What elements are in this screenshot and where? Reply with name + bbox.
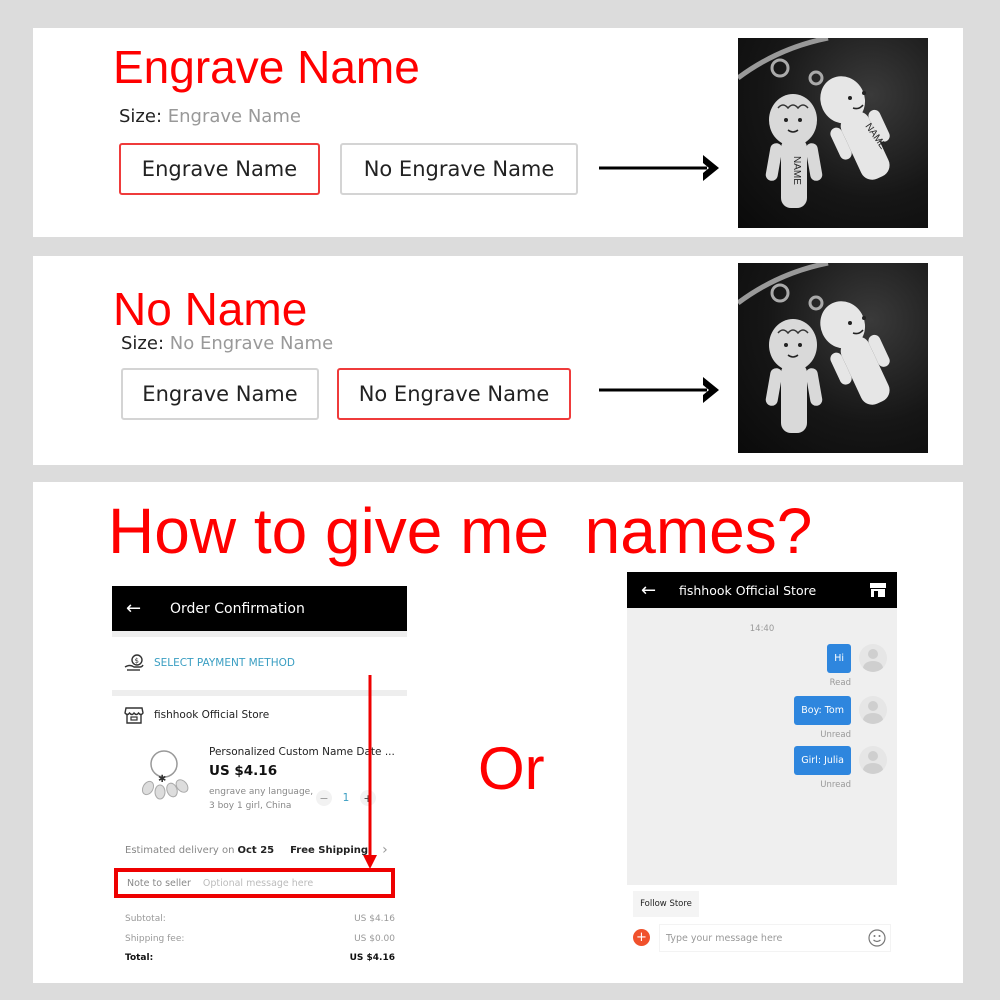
panel-title: No Name [113, 283, 308, 335]
keychain-engraved-photo: NAME NAME [738, 38, 928, 228]
or-separator: Or [478, 735, 545, 802]
message-status: Unread [820, 730, 851, 740]
order-header-title: Order Confirmation [170, 600, 305, 617]
store-chat-screen: ← fishhook Official Store 14:40 Hi Read … [627, 572, 897, 957]
summary-total-row: Total: US $4.16 [125, 953, 395, 963]
size-row: Size: No Engrave Name [121, 333, 333, 354]
divider [112, 631, 407, 637]
summary-shipping-row: Shipping fee: US $0.00 [125, 934, 395, 944]
chat-message: Girl: Julia Unread [794, 746, 887, 790]
option-engrave-name[interactable]: Engrave Name [121, 368, 319, 420]
message-bubble: Hi [827, 644, 851, 673]
emoji-icon[interactable] [868, 929, 886, 947]
product-variant-line: 3 boy 1 girl, China [209, 801, 292, 811]
how-to-panel: How to give me names? ← Order Confirmati… [33, 482, 963, 983]
product-thumbnail: ✱ [141, 750, 189, 800]
store-name[interactable]: fishhook Official Store [154, 709, 269, 721]
quantity-value[interactable]: 1 [332, 792, 360, 804]
option-engrave-name[interactable]: Engrave Name [119, 143, 320, 195]
avatar [859, 746, 887, 774]
summary-value: US $4.16 [354, 914, 395, 924]
store-icon[interactable] [869, 582, 887, 598]
keychain-illustration [738, 263, 890, 433]
product-price: US $4.16 [209, 763, 278, 779]
chat-messages: 14:40 Hi Read Boy: Tom Unread Girl: Juli… [627, 608, 897, 885]
panel-title: Engrave Name [113, 41, 420, 93]
option-no-engrave-name[interactable]: No Engrave Name [337, 368, 571, 420]
svg-text:✱: ✱ [158, 774, 166, 785]
chat-message: Hi Read [827, 644, 887, 688]
size-row: Size: Engrave Name [119, 106, 301, 127]
summary-label: Shipping fee: [125, 934, 185, 944]
payment-hand-coin-icon: $ [124, 654, 144, 671]
shipping-method: Free Shipping [290, 844, 369, 856]
chevron-right-icon[interactable]: › [382, 842, 388, 858]
note-to-seller-label: Note to seller [127, 877, 191, 889]
summary-subtotal-row: Subtotal: US $4.16 [125, 914, 395, 924]
arrow-right-icon [599, 377, 719, 403]
chat-header-title: fishhook Official Store [679, 582, 817, 598]
panel-title: How to give me names? [108, 495, 813, 567]
note-to-seller-input[interactable]: Optional message here [203, 878, 313, 889]
keychain-illustration: NAME NAME [738, 38, 890, 208]
arrow-left-icon[interactable]: ← [126, 598, 142, 619]
size-value: No Engrave Name [169, 333, 334, 354]
svg-text:$: $ [135, 657, 139, 665]
no-name-panel: No Name Size: No Engrave Name Engrave Na… [33, 256, 963, 465]
engrave-name-panel: Engrave Name Size: Engrave Name Engrave … [33, 28, 963, 237]
follow-store-button[interactable]: Follow Store [633, 891, 699, 917]
avatar [859, 644, 887, 672]
avatar [859, 696, 887, 724]
product-variant: engrave any language, 3 boy 1 girl, Chin… [209, 785, 313, 813]
delivery-date: Oct 25 [237, 844, 275, 856]
add-attachment-button[interactable]: + [633, 929, 650, 946]
red-arrow-down-icon [363, 675, 377, 869]
message-status: Read [829, 678, 851, 688]
keychain-plain-photo [738, 263, 928, 453]
estimated-delivery-label: Estimated delivery on [125, 844, 235, 856]
note-to-seller-field[interactable]: Note to seller Optional message here [114, 868, 395, 898]
summary-value: US $4.16 [349, 953, 395, 963]
engraved-text-girl: NAME [791, 156, 802, 185]
chat-header: ← fishhook Official Store [627, 572, 897, 608]
arrow-left-icon[interactable]: ← [641, 580, 657, 601]
chat-timestamp: 14:40 [749, 624, 775, 634]
decrease-quantity-button[interactable]: − [316, 790, 332, 806]
summary-value: US $0.00 [354, 934, 395, 944]
arrow-right-icon [599, 155, 719, 181]
summary-label: Total: [125, 953, 154, 963]
select-payment-method-row[interactable]: $ SELECT PAYMENT METHOD [112, 648, 407, 678]
option-no-engrave-name[interactable]: No Engrave Name [340, 143, 578, 195]
message-bubble: Girl: Julia [794, 746, 851, 775]
message-input[interactable]: Type your message here [659, 924, 891, 952]
message-bubble: Boy: Tom [794, 696, 851, 725]
size-value: Engrave Name [167, 106, 301, 127]
summary-label: Subtotal: [125, 914, 166, 924]
select-payment-method-link[interactable]: SELECT PAYMENT METHOD [154, 657, 295, 669]
message-input-placeholder[interactable]: Type your message here [666, 933, 868, 944]
size-label: Size: [119, 106, 163, 127]
message-status: Unread [820, 780, 851, 790]
chat-message: Boy: Tom Unread [794, 696, 887, 740]
product-variant-line: engrave any language, [209, 787, 314, 797]
size-label: Size: [121, 333, 165, 354]
order-header: ← Order Confirmation [112, 586, 407, 631]
store-icon [124, 707, 144, 724]
